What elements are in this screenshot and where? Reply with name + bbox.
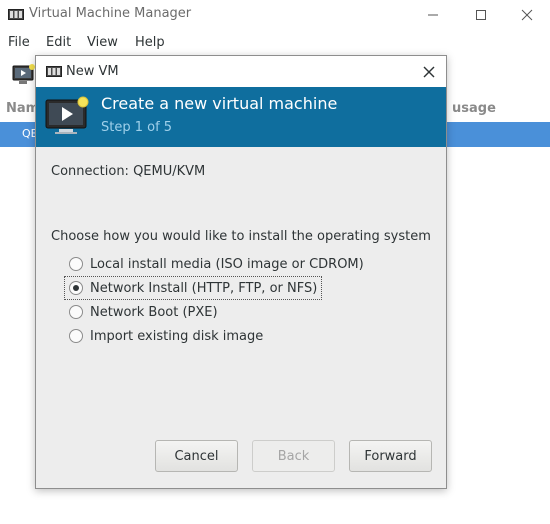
main-close-button[interactable] [504, 0, 550, 30]
main-window-title: Virtual Machine Manager [29, 6, 192, 21]
radio-network-boot[interactable]: Network Boot (PXE) [65, 301, 218, 323]
maximize-button[interactable] [458, 0, 504, 30]
minimize-icon [428, 14, 438, 16]
radio-label: Network Install (HTTP, FTP, or NFS) [90, 280, 318, 296]
forward-button[interactable]: Forward [349, 440, 432, 472]
new-vm-dialog: New VM Create a new virtual machine Step… [35, 55, 447, 489]
new-vm-toolbar-icon[interactable] [12, 63, 36, 87]
menu-edit[interactable]: Edit [46, 35, 71, 50]
connection-value: QEMU/KVM [133, 164, 206, 179]
radio-button[interactable] [69, 281, 83, 295]
wizard-banner: Create a new virtual machine Step 1 of 5 [36, 87, 446, 147]
dialog-titlebar: New VM [36, 56, 446, 87]
menu-view[interactable]: View [87, 35, 118, 50]
wizard-step: Step 1 of 5 [101, 120, 173, 135]
radio-label: Local install media (ISO image or CDROM) [90, 256, 364, 272]
radio-button[interactable] [69, 305, 83, 319]
connection-info: Connection: QEMU/KVM [51, 164, 205, 179]
close-icon [521, 9, 533, 21]
connection-label: Connection: [51, 164, 129, 179]
column-usage-header[interactable]: usage [452, 101, 496, 116]
vmm-app-icon [46, 66, 62, 77]
radio-label: Network Boot (PXE) [90, 304, 218, 320]
back-button[interactable]: Back [252, 440, 335, 472]
radio-local-install[interactable]: Local install media (ISO image or CDROM) [65, 253, 364, 275]
radio-network-install[interactable]: Network Install (HTTP, FTP, or NFS) [63, 276, 323, 300]
new-vm-icon [45, 96, 89, 134]
main-titlebar: Virtual Machine Manager [0, 0, 550, 30]
dialog-close-button[interactable] [420, 63, 438, 81]
radio-import-disk[interactable]: Import existing disk image [65, 325, 263, 347]
menu-file[interactable]: File [8, 35, 30, 50]
maximize-icon [476, 10, 486, 20]
close-icon [423, 66, 435, 78]
minimize-button[interactable] [410, 0, 456, 30]
radio-button[interactable] [69, 257, 83, 271]
cancel-button[interactable]: Cancel [155, 440, 238, 472]
menu-help[interactable]: Help [135, 35, 165, 50]
vmm-app-icon [8, 9, 24, 20]
wizard-title: Create a new virtual machine [101, 94, 338, 113]
radio-label: Import existing disk image [90, 328, 264, 344]
dialog-title: New VM [66, 64, 119, 79]
menubar: File Edit View Help [0, 30, 550, 55]
radio-button[interactable] [69, 329, 83, 343]
install-method-prompt: Choose how you would like to install the… [51, 229, 431, 244]
